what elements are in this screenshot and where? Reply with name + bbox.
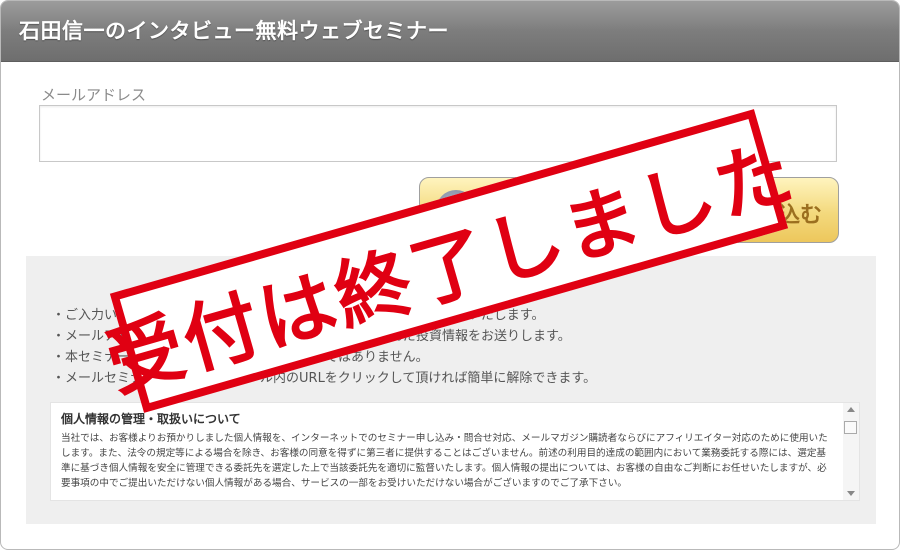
scroll-up-arrow-icon[interactable]: [847, 407, 855, 412]
form-window: 石田信一のインタビュー無料ウェブセミナー メールアドレス 込む ご入力いただいた…: [0, 0, 900, 550]
scrollbar-thumb[interactable]: [844, 421, 857, 434]
email-label: メールアドレス: [41, 86, 147, 104]
privacy-policy-box[interactable]: 個人情報の管理・取扱いについて 当社では、お客様よりお預かりしました個人情報を、…: [50, 402, 860, 501]
scroll-down-arrow-icon[interactable]: [847, 491, 855, 496]
page-title: 石田信一のインタビュー無料ウェブセミナー: [19, 19, 449, 43]
privacy-text: 当社では、お客様よりお預かりしました個人情報を、インターネットでのセミナー申し込…: [61, 433, 828, 489]
privacy-heading: 個人情報の管理・取扱いについて: [61, 412, 241, 426]
header-bar: 石田信一のインタビュー無料ウェブセミナー: [1, 1, 899, 62]
scrollbar[interactable]: [843, 403, 859, 500]
